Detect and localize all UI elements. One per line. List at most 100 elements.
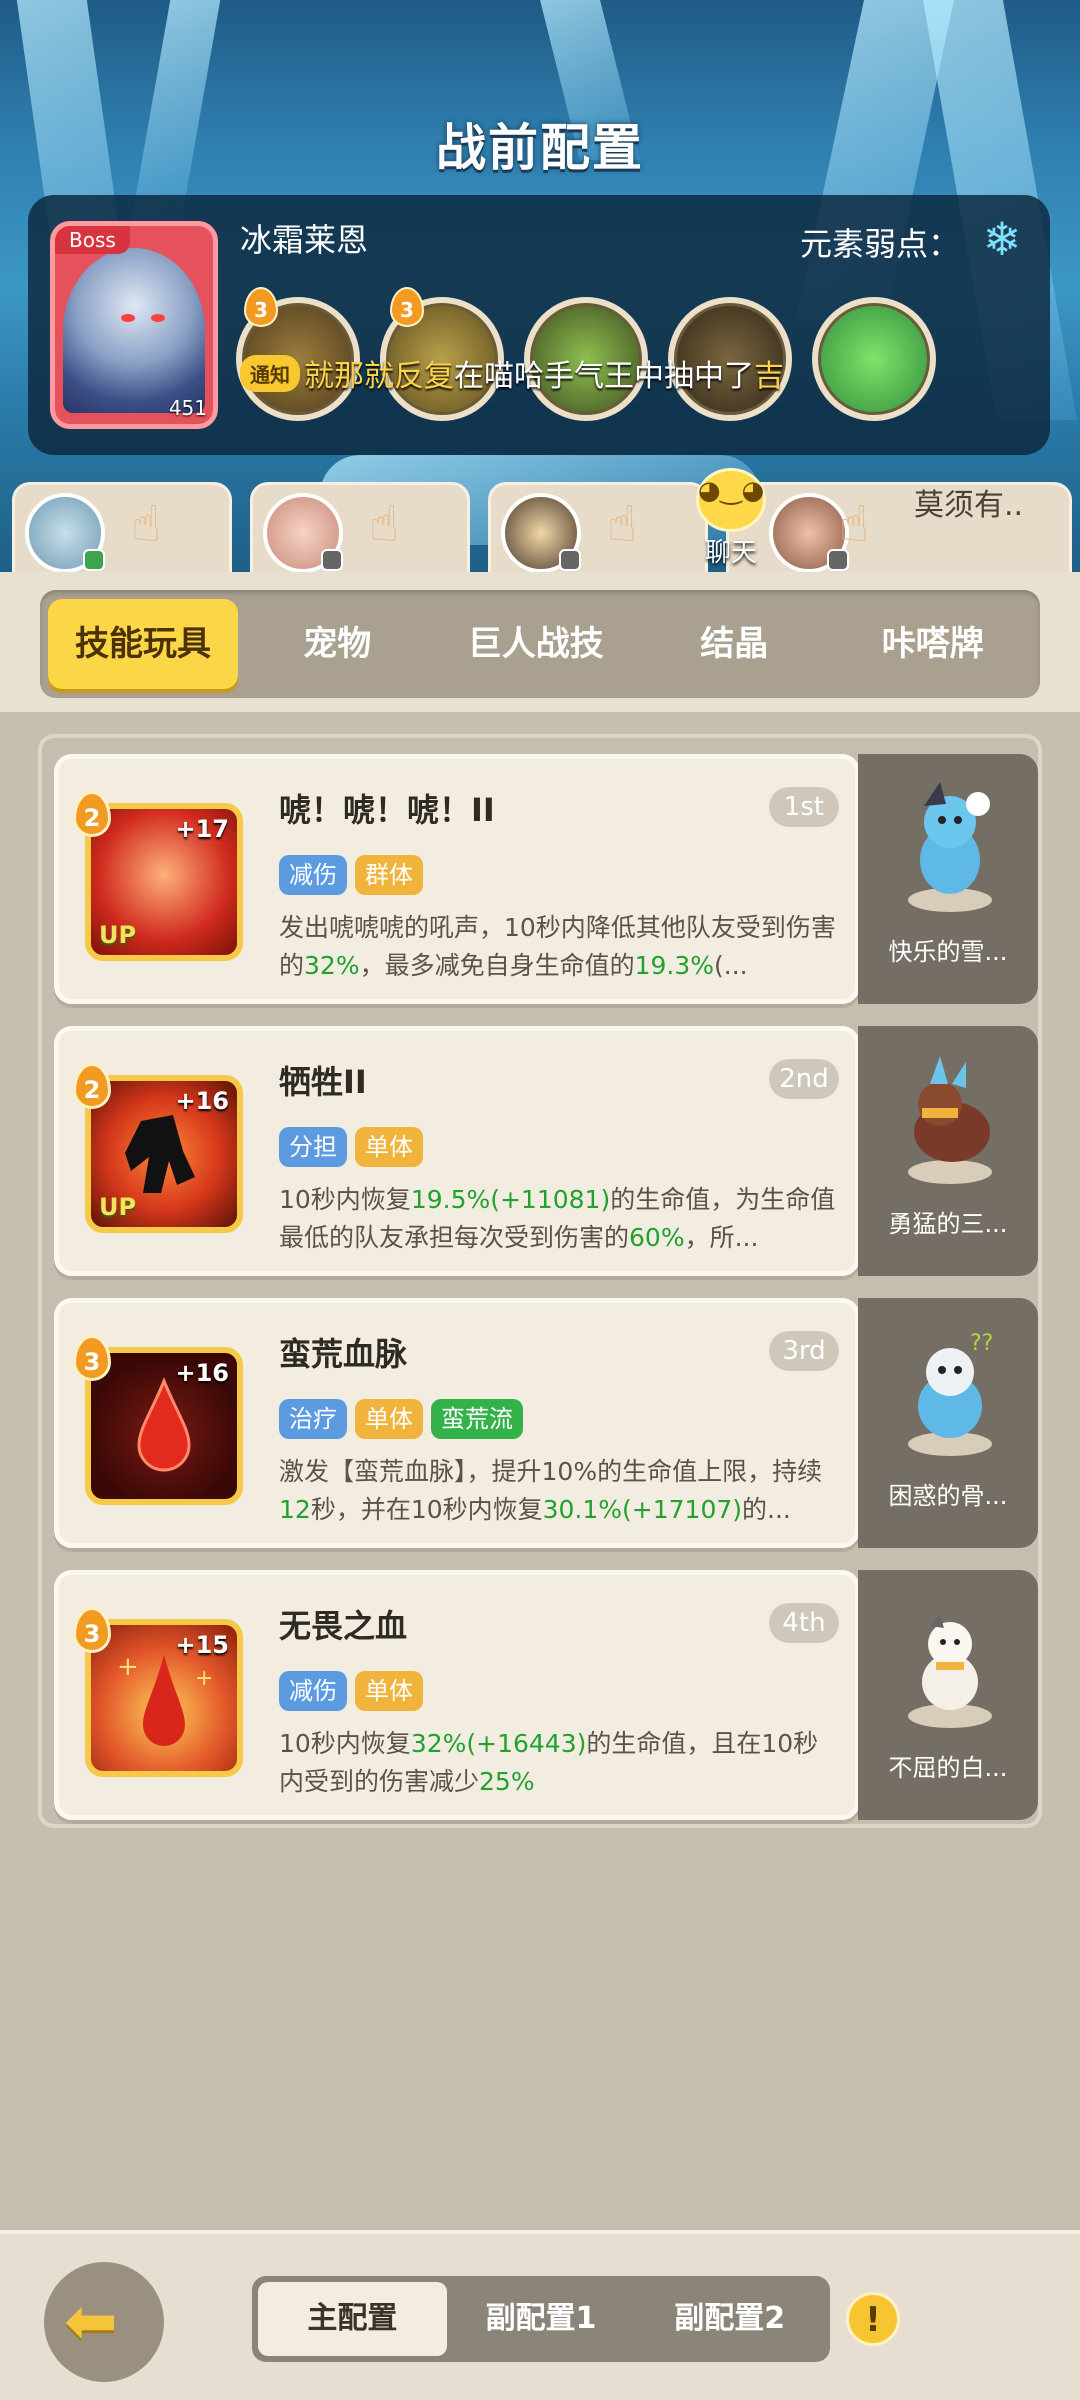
skill-description: 发出唬唬唬的吼声，10秒内降低其他队友受到伤害的32%，最多减免自身生命值的19… <box>279 909 839 985</box>
skill-description: 10秒内恢复32%(+16443)的生命值，且在10秒内受到的伤害减少25% <box>279 1725 839 1801</box>
desc-text: ，所... <box>684 1223 759 1252</box>
smiley-icon: ◕‿◕ <box>697 476 765 506</box>
back-button[interactable]: ⬅ <box>44 2262 164 2382</box>
skill-bonus: +16 <box>175 1087 229 1115</box>
boss-name: 冰霜莱恩 <box>240 221 369 259</box>
tabbar-container: 技能玩具 宠物 巨人战技 结晶 咔嗒牌 <box>0 572 1080 712</box>
desc-value: 32% <box>304 951 360 980</box>
skill-bonus: +15 <box>175 1631 229 1659</box>
skill-tag: 单体 <box>355 1127 423 1167</box>
skill-level-badge: 2 <box>73 791 111 837</box>
skill-description: 10秒内恢复19.5%(+11081)的生命值，为生命值最低的队友承担每次受到伤… <box>279 1181 839 1257</box>
chat-label: 聊天 <box>704 538 757 568</box>
skill-name: 无畏之血 <box>279 1607 408 1645</box>
skill-tag: 单体 <box>355 1671 423 1711</box>
warning-icon[interactable]: ! <box>846 2292 900 2346</box>
boss-skill-orb[interactable] <box>812 297 936 421</box>
boss-portrait[interactable]: Boss 451 <box>50 221 218 429</box>
tab-crystals[interactable]: 结晶 <box>635 599 834 689</box>
team-member-name: 莫须有.. <box>914 488 1024 523</box>
tab-main-config[interactable]: 主配置 <box>258 2282 447 2356</box>
skill-description: 激发【蛮荒血脉】，提升10%的生命值上限，持续 12秒，并在10秒内恢复30.1%… <box>279 1453 839 1529</box>
tap-hand-icon[interactable]: ☝ <box>607 495 637 553</box>
skill-rank: 3rd <box>769 1331 839 1371</box>
pet-art <box>900 1592 1000 1732</box>
tab-giant-skills[interactable]: 巨人战技 <box>437 599 636 689</box>
boss-level: 451 <box>168 396 207 420</box>
skill-list: +17 UP 2 唬！唬！唬！II 1st 减伤 群体 发出唬唬唬的吼声，10秒… <box>38 734 1042 1828</box>
avatar <box>501 493 581 573</box>
skill-rank: 1st <box>769 787 839 827</box>
skill-tags: 治疗 单体 蛮荒流 <box>279 1399 523 1439</box>
element-weakness-label: 元素弱点： <box>799 225 960 263</box>
skill-tags: 减伤 群体 <box>279 855 423 895</box>
tap-hand-icon[interactable]: ☝ <box>369 495 399 553</box>
team-member-card[interactable]: ☝ <box>250 482 470 582</box>
skill-tags: 分担 单体 <box>279 1127 423 1167</box>
skill-tag: 群体 <box>355 855 423 895</box>
skill-name: 牺牲II <box>279 1063 367 1101</box>
pet-card[interactable]: ?? 困惑的骨... <box>858 1298 1038 1548</box>
category-tabs: 技能玩具 宠物 巨人战技 结晶 咔嗒牌 <box>40 590 1040 698</box>
status-dot <box>321 549 343 571</box>
boss-eye <box>121 314 135 322</box>
skill-tag: 治疗 <box>279 1399 347 1439</box>
svg-text:+: + <box>195 1666 213 1691</box>
tab-sub-config-2[interactable]: 副配置2 <box>635 2282 824 2356</box>
skill-card[interactable]: +16 UP 2 牺牲II 2nd 分担 单体 10秒内恢复19.5%(+110… <box>54 1026 860 1276</box>
pet-name: 快乐的雪... <box>888 938 1008 966</box>
svg-text:??: ?? <box>970 1331 993 1356</box>
notice-prize: 吉 <box>754 359 784 394</box>
tap-hand-icon[interactable]: ☝ <box>839 495 869 553</box>
skill-card[interactable]: +16 3 蛮荒血脉 3rd 治疗 单体 蛮荒流 激发【蛮荒血脉】，提升10%的… <box>54 1298 860 1548</box>
pet-name: 勇猛的三... <box>888 1210 1008 1238</box>
tab-sub-config-1[interactable]: 副配置1 <box>447 2282 636 2356</box>
desc-text: 10秒内恢复 <box>279 1185 411 1214</box>
pet-card[interactable]: 勇猛的三... <box>858 1026 1038 1276</box>
desc-value: 19.3% <box>634 951 715 980</box>
avatar <box>25 493 105 573</box>
pet-card[interactable]: 不屈的白... <box>858 1570 1038 1820</box>
notice-text: 就那就反复在喵哈手气王中抽中了吉 <box>304 351 784 395</box>
notice-ticker[interactable]: 通知 就那就反复在喵哈手气王中抽中了吉 <box>240 351 784 395</box>
desc-value: 32%(+16443) <box>410 1729 587 1758</box>
desc-text: 激发【蛮荒血脉】，提升10%的生命值上限，持续 <box>279 1457 823 1486</box>
skill-rank: 4th <box>769 1603 839 1643</box>
avatar <box>769 493 849 573</box>
desc-text: 的... <box>742 1495 791 1524</box>
snowflake-icon[interactable]: ❄ <box>974 211 1030 267</box>
team-member-card[interactable]: ☝ <box>12 482 232 582</box>
desc-text: (... <box>714 951 748 980</box>
tab-pets[interactable]: 宠物 <box>238 599 437 689</box>
chat-button[interactable]: ◕‿◕ 聊天 <box>686 468 776 568</box>
desc-value: 60% <box>629 1223 685 1252</box>
status-dot <box>559 549 581 571</box>
desc-value: 12 <box>279 1495 311 1524</box>
pet-art <box>900 1048 1000 1188</box>
tab-skill-toys[interactable]: 技能玩具 <box>48 599 238 689</box>
skill-level-badge: 2 <box>73 1063 111 1109</box>
notice-tag: 通知 <box>240 354 300 392</box>
pet-name: 不屈的白... <box>888 1754 1008 1782</box>
skill-card[interactable]: +17 UP 2 唬！唬！唬！II 1st 减伤 群体 发出唬唬唬的吼声，10秒… <box>54 754 860 1004</box>
skill-name: 蛮荒血脉 <box>279 1335 408 1373</box>
boss-panel: Boss 451 冰霜莱恩 元素弱点： ❄ 3 3 通知 就那就反复在喵哈手气王… <box>28 195 1050 455</box>
notice-user: 就那就反复 <box>304 359 454 394</box>
skill-level-badge: 3 <box>73 1607 111 1653</box>
boss-art <box>63 248 205 413</box>
desc-text: 秒，并在10秒内恢复 <box>310 1495 543 1524</box>
tap-hand-icon[interactable]: ☝ <box>131 495 161 553</box>
team-member-card[interactable]: ☝ <box>488 482 708 582</box>
skill-card[interactable]: + + +15 3 无畏之血 4th 减伤 单体 10秒内恢复32%(+16443… <box>54 1570 860 1820</box>
upgrade-badge: UP <box>99 921 137 949</box>
tab-click-cards[interactable]: 咔嗒牌 <box>834 599 1033 689</box>
skill-tags: 减伤 单体 <box>279 1671 423 1711</box>
pet-art <box>900 776 1000 916</box>
svg-text:+: + <box>117 1652 139 1682</box>
upgrade-badge: UP <box>99 1193 137 1221</box>
desc-value: 25% <box>479 1767 535 1796</box>
skill-rank: 2nd <box>769 1059 839 1099</box>
boss-eye <box>151 314 165 322</box>
bottom-bar: ⬅ 主配置 副配置1 副配置2 ! <box>0 2230 1080 2400</box>
pet-card[interactable]: 快乐的雪... <box>858 754 1038 1004</box>
